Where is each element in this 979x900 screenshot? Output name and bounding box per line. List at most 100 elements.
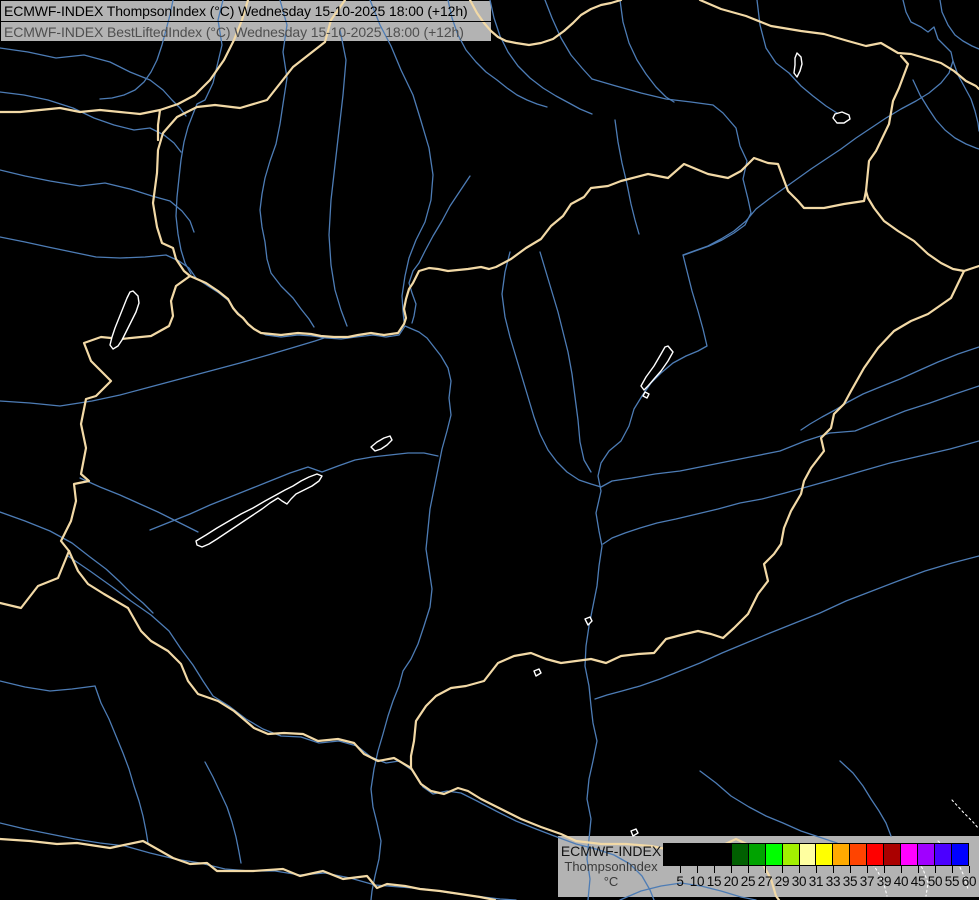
river-path <box>408 175 471 324</box>
river-path <box>614 119 640 235</box>
river-path <box>259 0 315 328</box>
weather-map <box>0 0 979 900</box>
river-path <box>619 0 675 103</box>
river-path <box>912 79 979 150</box>
scale-cell <box>884 844 902 865</box>
scale-tick-label: 29 <box>774 874 790 889</box>
scale-cell <box>697 844 715 865</box>
river-path <box>591 78 752 256</box>
river-path <box>0 511 154 614</box>
river-path <box>539 251 592 473</box>
lake-path <box>533 668 542 677</box>
scale-cell <box>748 844 766 865</box>
scale-tick <box>782 866 783 873</box>
border-path <box>698 0 979 91</box>
river-path <box>195 277 452 900</box>
border-path <box>59 274 192 553</box>
scale-tick-label: 27 <box>757 874 773 889</box>
color-scale <box>663 843 969 866</box>
scale-tick <box>799 866 800 873</box>
river-path <box>328 29 348 327</box>
scale-tick-label: 60 <box>961 874 977 889</box>
river-path <box>602 440 979 545</box>
scale-tick <box>850 866 851 873</box>
scale-tick <box>884 866 885 873</box>
scale-tick-label: 50 <box>927 874 943 889</box>
border-path <box>188 156 868 339</box>
river-path <box>594 555 979 700</box>
legend-labels: ECMWF-INDEX ThompsonIndex °C <box>560 843 662 889</box>
river-path <box>501 251 602 488</box>
scale-tick <box>714 866 715 873</box>
scale-cell <box>901 844 919 865</box>
scale-tick <box>833 866 834 873</box>
scale-tick-label: 40 <box>893 874 909 889</box>
river-path <box>0 822 517 900</box>
scale-tick <box>697 866 698 873</box>
river-path <box>0 47 187 117</box>
river-path <box>0 680 96 692</box>
river-path <box>699 770 838 844</box>
lake-path <box>195 473 323 548</box>
scale-tick-label: 45 <box>910 874 926 889</box>
scale-cell <box>918 844 935 865</box>
scale-cell <box>816 844 834 865</box>
map-title-line1: ECMWF-INDEX ThompsonIndex (°C) Wednesday… <box>4 3 468 19</box>
lake-path <box>630 828 639 837</box>
border-path <box>0 549 71 610</box>
river-path <box>79 477 199 533</box>
scale-tick-label: 30 <box>791 874 807 889</box>
river-path <box>0 91 182 153</box>
scale-cell <box>867 844 885 865</box>
scale-tick <box>680 866 681 873</box>
river-path <box>682 0 954 256</box>
scale-cell <box>799 844 817 865</box>
river-path <box>952 60 979 132</box>
border-path <box>696 269 966 640</box>
scale-tick-label: 39 <box>876 874 892 889</box>
scale-cell <box>782 844 800 865</box>
weather-map-page: { "title": { "line1": "ECMWF-INDEX Thomp… <box>0 0 979 900</box>
scale-tick <box>731 866 732 873</box>
title-panel: ECMWF-INDEX ThompsonIndex (°C) Wednesday… <box>0 0 492 42</box>
river-path <box>939 0 979 50</box>
river-path <box>94 685 149 844</box>
lake-path <box>109 290 140 350</box>
scale-tick-label: 20 <box>723 874 739 889</box>
river-path <box>369 0 434 322</box>
lake-path <box>584 616 593 626</box>
scale-tick <box>969 866 970 873</box>
border-path <box>0 837 497 900</box>
lake-path <box>640 345 674 391</box>
scale-cell <box>664 844 681 865</box>
river-path <box>204 761 242 864</box>
scale-tick-label: 5 <box>676 874 684 889</box>
scale-tick-label: 10 <box>689 874 705 889</box>
scale-tick-label: 25 <box>740 874 756 889</box>
river-path <box>0 336 328 407</box>
scale-tick <box>952 866 953 873</box>
border-path <box>409 629 700 770</box>
scale-cell <box>714 844 732 865</box>
legend-parameter-label: ThompsonIndex <box>564 859 658 874</box>
river-path <box>584 254 708 900</box>
scale-tick <box>918 866 919 873</box>
lake-path <box>832 111 851 124</box>
scale-tick <box>935 866 936 873</box>
river-path <box>756 0 849 121</box>
river-path <box>544 0 593 80</box>
scale-cell <box>833 844 851 865</box>
river-path <box>0 236 197 279</box>
scale-tick-label: 35 <box>842 874 858 889</box>
river-path <box>489 0 593 115</box>
legend-unit-label: °C <box>603 874 619 889</box>
map-title-line2: ECMWF-INDEX BestLiftedIndex (°C) Wednesd… <box>4 24 464 40</box>
border-path <box>156 108 162 142</box>
river-path <box>839 760 892 837</box>
scale-tick <box>901 866 902 873</box>
lake-path <box>370 435 393 452</box>
scale-tick <box>748 866 749 873</box>
river-path <box>0 169 195 233</box>
border-path <box>864 54 910 193</box>
scale-cell <box>850 844 868 865</box>
